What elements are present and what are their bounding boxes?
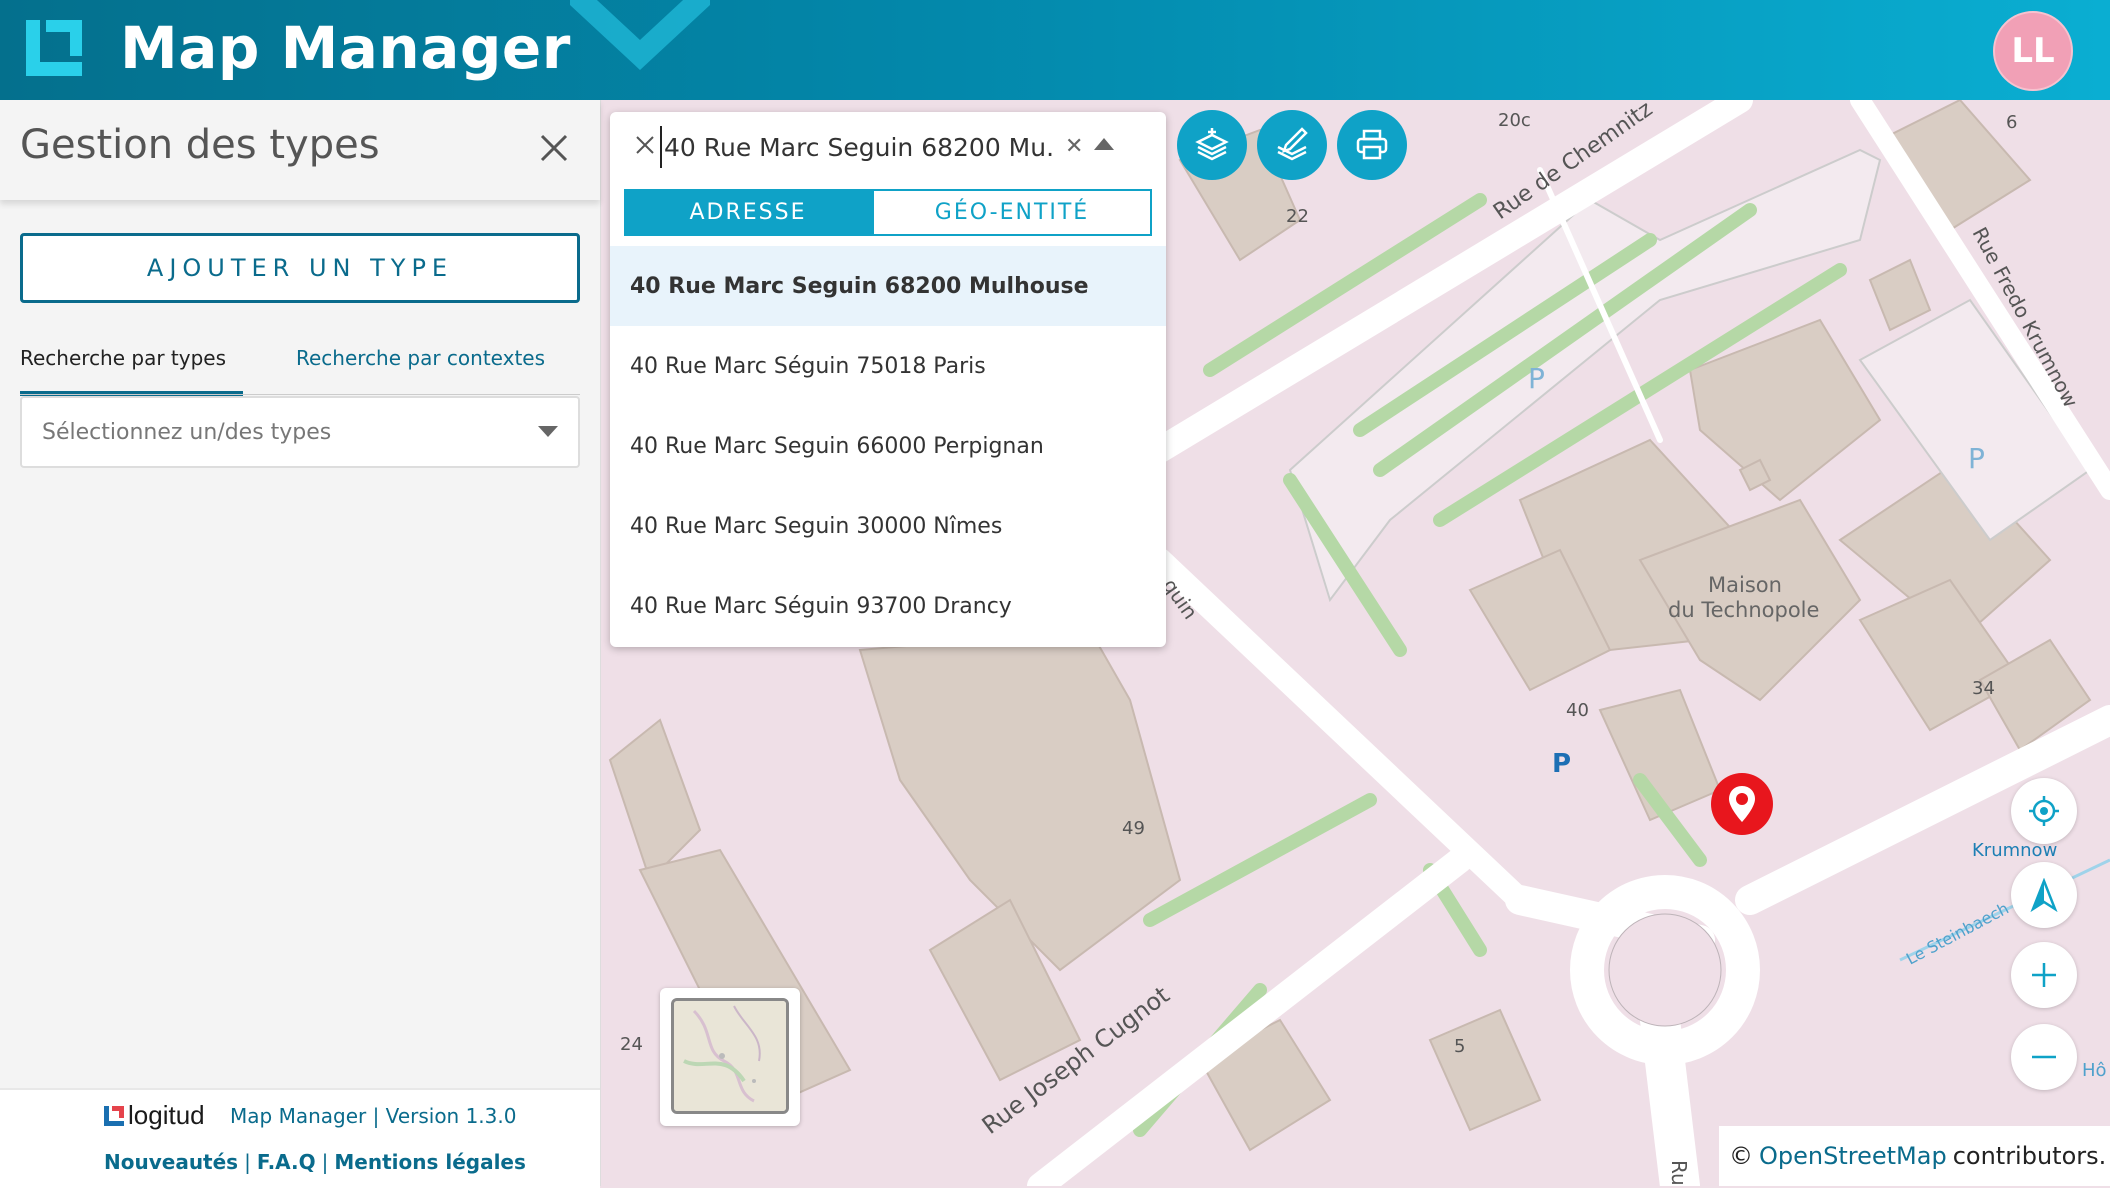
address-search-panel: ✕ ADRESSE GÉO-ENTITÉ 40 Rue Marc Seguin …	[610, 112, 1166, 647]
logitud-logo-icon	[104, 1106, 124, 1126]
target-icon	[2029, 796, 2059, 826]
parking-p-icon: P	[1968, 442, 1985, 475]
search-result-item[interactable]: 40 Rue Marc Séguin 93700 Drancy	[610, 566, 1166, 646]
news-link[interactable]: Nouveautés	[104, 1150, 238, 1174]
search-result-item[interactable]: 40 Rue Marc Seguin 30000 Nîmes	[610, 486, 1166, 566]
plus-icon	[2032, 963, 2056, 987]
print-button[interactable]	[1337, 110, 1407, 180]
draw-layer-icon	[1277, 127, 1308, 161]
add-layer-button[interactable]	[1177, 110, 1247, 180]
minus-icon	[2032, 1055, 2056, 1059]
map-number-6: 6	[2006, 112, 2017, 133]
map-label-ho: Hô	[2082, 1060, 2107, 1081]
location-pin-icon[interactable]	[1710, 772, 1774, 836]
tab-search-by-contexts[interactable]: Recherche par contextes	[296, 346, 566, 396]
footer-links: Nouveautés | F.A.Q | Mentions légales	[104, 1150, 526, 1174]
zoom-in-button[interactable]	[2011, 942, 2077, 1008]
tabs-divider	[20, 394, 580, 395]
openstreetmap-link[interactable]: OpenStreetMap	[1759, 1142, 1947, 1170]
search-result-item[interactable]: 40 Rue Marc Seguin 66000 Perpignan	[610, 406, 1166, 486]
map-number-40: 40	[1566, 700, 1589, 721]
address-search-input[interactable]	[660, 126, 1056, 168]
printer-icon	[1356, 129, 1388, 160]
draw-layer-button[interactable]	[1257, 110, 1327, 180]
compass-arrow-icon	[2030, 878, 2058, 912]
types-select-placeholder: Sélectionnez un/des types	[42, 420, 332, 445]
overview-minimap[interactable]	[660, 988, 800, 1126]
map-number-5: 5	[1454, 1036, 1465, 1057]
sidebar-title: Gestion des types	[20, 122, 380, 168]
search-result-item[interactable]: 40 Rue Marc Seguin 68200 Mulhouse	[610, 246, 1166, 326]
zoom-out-button[interactable]	[2011, 1024, 2077, 1090]
locate-button[interactable]	[2011, 778, 2077, 844]
add-type-button[interactable]: AJOUTER UN TYPE	[20, 233, 580, 303]
map-label-maison: Maison	[1708, 573, 1782, 597]
search-result-item[interactable]: 40 Rue Marc Séguin 75018 Paris	[610, 326, 1166, 406]
types-select[interactable]: Sélectionnez un/des types	[20, 396, 580, 468]
version-info: Map Manager | Version 1.3.0	[230, 1104, 517, 1128]
map-number-22: 22	[1286, 206, 1309, 227]
legal-link[interactable]: Mentions légales	[334, 1150, 526, 1174]
app-header: Map Manager LL	[0, 0, 2110, 100]
attribution-prefix: ©	[1729, 1142, 1753, 1170]
mode-geo-entity-button[interactable]: GÉO-ENTITÉ	[872, 189, 1152, 236]
bike-parking-icon: P	[1552, 749, 1571, 779]
minimap-thumbnail	[671, 998, 789, 1114]
close-search-icon[interactable]	[634, 134, 656, 156]
faq-link[interactable]: F.A.Q	[257, 1150, 316, 1174]
map-number-34: 34	[1972, 678, 1995, 699]
map-number-20c: 20c	[1498, 110, 1531, 131]
compass-button[interactable]	[2011, 862, 2077, 928]
map-number-24: 24	[620, 1034, 643, 1055]
close-icon[interactable]	[534, 128, 574, 168]
collapse-results-icon[interactable]	[1094, 138, 1114, 150]
mode-address-button[interactable]: ADRESSE	[624, 189, 872, 236]
parking-p-icon: P	[1528, 362, 1545, 395]
search-results-list: 40 Rue Marc Seguin 68200 Mulhouse 40 Rue…	[610, 246, 1166, 646]
add-layer-icon	[1195, 128, 1229, 161]
sidebar-footer: logitud Map Manager | Version 1.3.0 Nouv…	[0, 1088, 600, 1188]
map-label-technopole: du Technopole	[1668, 598, 1819, 622]
app-logo-icon	[26, 20, 82, 76]
brand-name: logitud	[128, 1100, 205, 1130]
clear-search-icon[interactable]: ✕	[1065, 134, 1083, 159]
minimap-map-icon	[674, 1001, 786, 1111]
tab-search-by-types[interactable]: Recherche par types	[20, 346, 243, 396]
attribution-suffix: contributors.	[1952, 1142, 2107, 1170]
map-attribution: © OpenStreetMap contributors.	[1719, 1126, 2110, 1186]
app-title: Map Manager	[120, 14, 571, 82]
decorative-chevron-icon	[570, 0, 710, 70]
chevron-down-icon	[538, 426, 558, 437]
user-avatar[interactable]: LL	[1993, 11, 2073, 91]
map-number-49: 49	[1122, 818, 1145, 839]
map-label-ru: Ru	[1667, 1160, 1691, 1186]
sidebar-header: Gestion des types	[0, 100, 600, 200]
types-sidebar: Gestion des types AJOUTER UN TYPE Recher…	[0, 100, 601, 1188]
